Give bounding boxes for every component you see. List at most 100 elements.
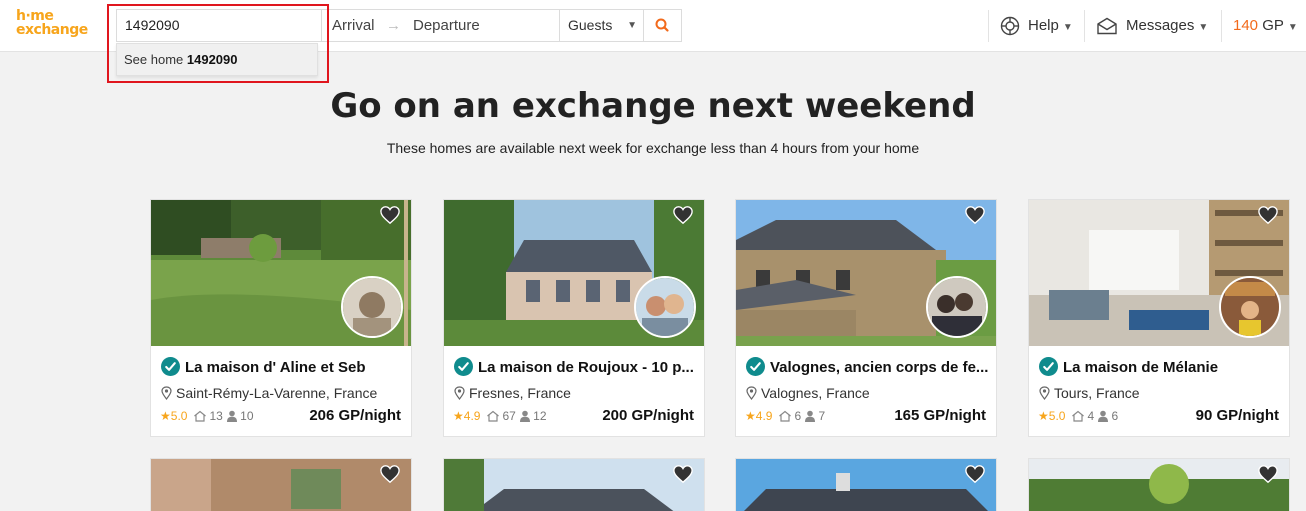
- verified-check-icon: [1039, 357, 1058, 376]
- star-icon: ★: [1038, 409, 1049, 423]
- listing-location: Tours, France: [1039, 385, 1140, 401]
- star-icon: ★: [160, 409, 171, 423]
- listing-title-text: La maison de Roujoux - 10 p...: [478, 359, 694, 376]
- listing-location: Saint-Rémy-La-Varenne, France: [161, 385, 377, 401]
- listing-card[interactable]: La maison de Roujoux - 10 p... Fresnes, …: [443, 199, 705, 437]
- listing-bedrooms: 4: [1087, 409, 1095, 423]
- listing-location-text: Saint-Rémy-La-Varenne, France: [176, 385, 378, 401]
- listing-card[interactable]: La maison d' Aline et Seb Saint-Rémy-La-…: [150, 199, 412, 437]
- listing-title[interactable]: Valognes, ancien corps de fe...: [746, 357, 991, 376]
- house-icon: [194, 410, 207, 422]
- listing-bedrooms: 67: [502, 409, 516, 423]
- nav-divider: [1221, 10, 1222, 42]
- listing-title-text: La maison d' Aline et Seb: [185, 359, 366, 376]
- listing-title[interactable]: La maison de Roujoux - 10 p...: [454, 357, 699, 376]
- listing-stats: ★5.0 13 10: [160, 409, 254, 423]
- listing-rating: 4.9: [463, 409, 481, 423]
- listing-guests: 6: [1111, 409, 1119, 423]
- guestpoints-menu[interactable]: 140 GP ▼: [1233, 0, 1298, 52]
- homeexchange-logo[interactable]: h·me exchange: [16, 9, 102, 41]
- date-range-picker[interactable]: Arrival → Departure: [322, 9, 560, 42]
- person-icon: [227, 410, 238, 422]
- listing-photo[interactable]: [736, 459, 996, 511]
- listing-price: 165 GP/night: [894, 407, 986, 424]
- map-pin-icon: [161, 386, 172, 400]
- map-pin-icon: [746, 386, 757, 400]
- listing-card[interactable]: Valognes, ancien corps de fe... Valognes…: [735, 199, 997, 437]
- house-icon: [487, 410, 500, 422]
- heart-icon[interactable]: [964, 464, 986, 484]
- listing-stats: ★4.9 6 7: [745, 409, 825, 423]
- heart-icon[interactable]: [672, 464, 694, 484]
- person-icon: [520, 410, 531, 422]
- heart-icon[interactable]: [672, 205, 694, 225]
- listing-rating: 4.9: [755, 409, 773, 423]
- map-pin-icon: [1039, 386, 1050, 400]
- heart-icon[interactable]: [379, 464, 401, 484]
- listing-stats: ★5.0 4 6: [1038, 409, 1118, 423]
- person-icon: [805, 410, 816, 422]
- listing-location-text: Fresnes, France: [469, 385, 571, 401]
- listing-guests: 12: [533, 409, 547, 423]
- listing-card[interactable]: [150, 458, 412, 511]
- heart-icon[interactable]: [1257, 464, 1279, 484]
- listing-location: Valognes, France: [746, 385, 870, 401]
- listing-rating: 5.0: [1048, 409, 1066, 423]
- host-avatar[interactable]: [634, 276, 696, 338]
- listing-photo[interactable]: [1029, 459, 1289, 511]
- suggestion-home-id: 1492090: [186, 52, 238, 67]
- listing-card[interactable]: La maison de Mélanie Tours, France ★5.0 4…: [1028, 199, 1290, 437]
- host-avatar[interactable]: [341, 276, 403, 338]
- suggestion-prefix: See home: [124, 52, 187, 67]
- guests-label: Guests: [568, 17, 613, 33]
- house-icon: [1072, 410, 1085, 422]
- listing-guests: 7: [818, 409, 826, 423]
- verified-check-icon: [746, 357, 765, 376]
- listing-title[interactable]: La maison de Mélanie: [1039, 357, 1284, 376]
- guests-select[interactable]: Guests ▼: [560, 9, 644, 42]
- logo-line-1: h·me: [16, 8, 54, 24]
- search-input[interactable]: 1492090: [116, 9, 322, 42]
- chevron-down-icon: ▼: [1198, 22, 1209, 33]
- listing-bedrooms: 13: [209, 409, 223, 423]
- heart-icon[interactable]: [1257, 205, 1279, 225]
- departure-field[interactable]: Departure: [413, 10, 480, 41]
- envelope-icon: [1097, 17, 1117, 35]
- chevron-down-icon: ▼: [1287, 22, 1298, 33]
- guestpoints-count: 140: [1233, 17, 1259, 34]
- search-button[interactable]: [644, 9, 682, 42]
- nav-divider: [988, 10, 989, 42]
- person-icon: [1098, 410, 1109, 422]
- listing-photo[interactable]: [151, 459, 411, 511]
- listing-location: Fresnes, France: [454, 385, 571, 401]
- help-menu[interactable]: Help ▼: [1000, 0, 1073, 52]
- listing-price: 90 GP/night: [1195, 407, 1279, 424]
- house-icon: [779, 410, 792, 422]
- help-label: Help: [1028, 17, 1059, 34]
- listing-photo[interactable]: [444, 459, 704, 511]
- listing-card[interactable]: [735, 458, 997, 511]
- listing-price: 206 GP/night: [309, 407, 401, 424]
- chevron-down-icon: ▼: [1062, 22, 1073, 33]
- heart-icon[interactable]: [379, 205, 401, 225]
- star-icon: ★: [745, 409, 756, 423]
- guestpoints-unit: GP: [1262, 17, 1284, 34]
- listing-title[interactable]: La maison d' Aline et Seb: [161, 357, 406, 376]
- listing-stats: ★4.9 67 12: [453, 409, 547, 423]
- listing-card[interactable]: [1028, 458, 1290, 511]
- listing-title-text: Valognes, ancien corps de fe...: [770, 359, 989, 376]
- listing-price: 200 GP/night: [602, 407, 694, 424]
- lifebuoy-icon: [1000, 16, 1020, 36]
- logo-line-2: exchange: [16, 22, 88, 38]
- verified-check-icon: [454, 357, 473, 376]
- listing-card[interactable]: [443, 458, 705, 511]
- search-suggestion-item[interactable]: See home 1492090: [116, 43, 318, 76]
- listing-bedrooms: 6: [794, 409, 802, 423]
- host-avatar[interactable]: [1219, 276, 1281, 338]
- heart-icon[interactable]: [964, 205, 986, 225]
- messages-menu[interactable]: Messages ▼: [1096, 0, 1208, 52]
- star-icon: ★: [453, 409, 464, 423]
- host-avatar[interactable]: [926, 276, 988, 338]
- search-icon: [655, 18, 669, 32]
- arrival-field[interactable]: Arrival: [332, 10, 375, 41]
